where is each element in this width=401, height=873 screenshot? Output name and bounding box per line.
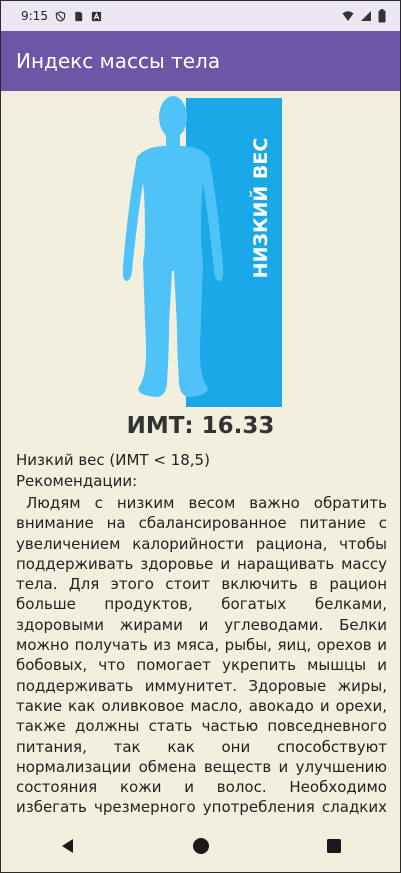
body-silhouette-image: НИЗКИЙ ВЕС	[122, 96, 282, 407]
recommendations-label: Рекомендации:	[16, 472, 138, 490]
status-bar: 9:15	[1, 1, 400, 31]
text-icon	[91, 11, 102, 21]
navigation-bar	[1, 819, 400, 872]
status-time: 9:15	[21, 9, 48, 23]
signal-icon	[361, 11, 371, 21]
bmi-value: ИМТ: 16.33	[126, 413, 275, 439]
sim-icon	[75, 11, 83, 21]
weight-category-label: НИЗКИЙ ВЕС	[249, 138, 272, 279]
battery-icon	[378, 9, 386, 23]
home-icon	[192, 837, 209, 854]
back-icon	[61, 838, 73, 853]
recents-icon	[326, 838, 341, 853]
home-button[interactable]	[171, 826, 231, 866]
recents-button[interactable]	[304, 826, 364, 866]
shield-icon	[55, 10, 66, 22]
recommendations-text: Людям с низким весом важно обратить вним…	[16, 494, 387, 821]
app-bar: Индекс массы тела	[1, 31, 400, 91]
app-window: 9:15 Индекс массы тела НИЗКИЙ ВЕС ИМТ: 1…	[0, 0, 401, 873]
main-content[interactable]: НИЗКИЙ ВЕС ИМТ: 16.33 Низкий вес (ИМТ < …	[1, 91, 400, 821]
wifi-icon	[342, 11, 354, 21]
bmi-category: Низкий вес (ИМТ < 18,5)	[16, 451, 210, 469]
app-title: Индекс массы тела	[16, 49, 221, 73]
back-button[interactable]	[38, 826, 98, 866]
